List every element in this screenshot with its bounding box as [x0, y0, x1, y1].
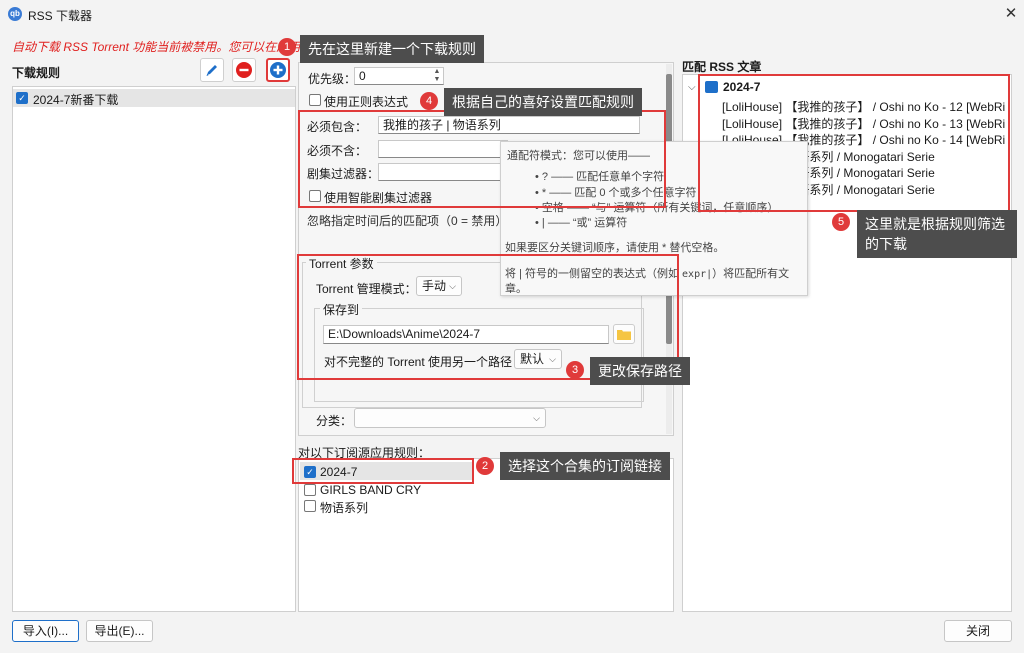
ignore-label: 忽略指定时间后的匹配项（0 = 禁用） — [307, 214, 508, 228]
annotation-number: 2 — [476, 457, 494, 475]
annotation-box-feed — [292, 458, 474, 484]
tooltip-note: 如果要区分关键词顺序，请使用 * 替代空格。 — [505, 242, 725, 254]
use-regex-label: 使用正则表达式 — [324, 95, 409, 109]
app-icon: qb — [8, 7, 22, 21]
annotation-box-articles — [698, 74, 1010, 212]
priority-input[interactable]: 0 — [354, 67, 444, 85]
close-button[interactable]: 关闭 — [944, 620, 1012, 642]
annotation-callout: 这里就是根据规则筛选 的下载 — [857, 210, 1017, 258]
rules-panel-label: 下载规则 — [12, 66, 61, 80]
tooltip-line: • | —— “或” 运算符 — [535, 217, 628, 229]
category-select[interactable]: ⌵ — [354, 408, 546, 428]
use-regex-checkbox[interactable] — [309, 94, 321, 106]
title-bar — [0, 0, 1024, 28]
priority-label: 优先级： — [308, 72, 357, 86]
export-button[interactable]: 导出(E)... — [86, 620, 153, 642]
import-button[interactable]: 导入(I)... — [12, 620, 79, 642]
annotation-box-match-rules — [298, 110, 666, 208]
rules-list — [12, 86, 296, 612]
articles-label: 匹配 RSS 文章 — [682, 60, 762, 74]
annotation-callout: 根据自己的喜好设置匹配规则 — [444, 88, 642, 116]
feed-checkbox-2[interactable] — [304, 484, 316, 496]
feed-item-label: 物语系列 — [320, 501, 369, 515]
chevron-down-icon[interactable]: ⌵ — [688, 82, 696, 93]
annotation-number: 4 — [420, 92, 438, 110]
edit-rule-button[interactable] — [200, 58, 224, 82]
chevron-down-icon: ⌵ — [533, 413, 540, 423]
remove-icon — [236, 62, 252, 78]
remove-rule-button[interactable] — [232, 58, 256, 82]
annotation-callout: 选择这个合集的订阅链接 — [500, 452, 670, 480]
annotation-number: 1 — [278, 38, 296, 56]
window-title: RSS 下载器 — [28, 9, 93, 23]
annotation-callout: 先在这里新建一个下载规则 — [300, 35, 484, 63]
rule-item-label: 2024-7新番下载 — [33, 93, 119, 107]
annotation-number: 3 — [566, 361, 584, 379]
annotation-number: 5 — [832, 213, 850, 231]
close-icon[interactable]: ✕ — [1000, 3, 1022, 25]
add-icon — [270, 62, 286, 78]
feed-checkbox-3[interactable] — [304, 500, 316, 512]
priority-spinner[interactable]: ▲ ▼ — [432, 68, 442, 84]
annotation-callout: 更改保存路径 — [590, 357, 690, 385]
feed-item-label: GIRLS BAND CRY — [320, 483, 422, 497]
add-rule-button[interactable] — [266, 58, 290, 82]
rule-checkbox[interactable]: ✓ — [16, 92, 28, 104]
category-label: 分类： — [316, 414, 353, 428]
edit-icon — [206, 65, 217, 76]
